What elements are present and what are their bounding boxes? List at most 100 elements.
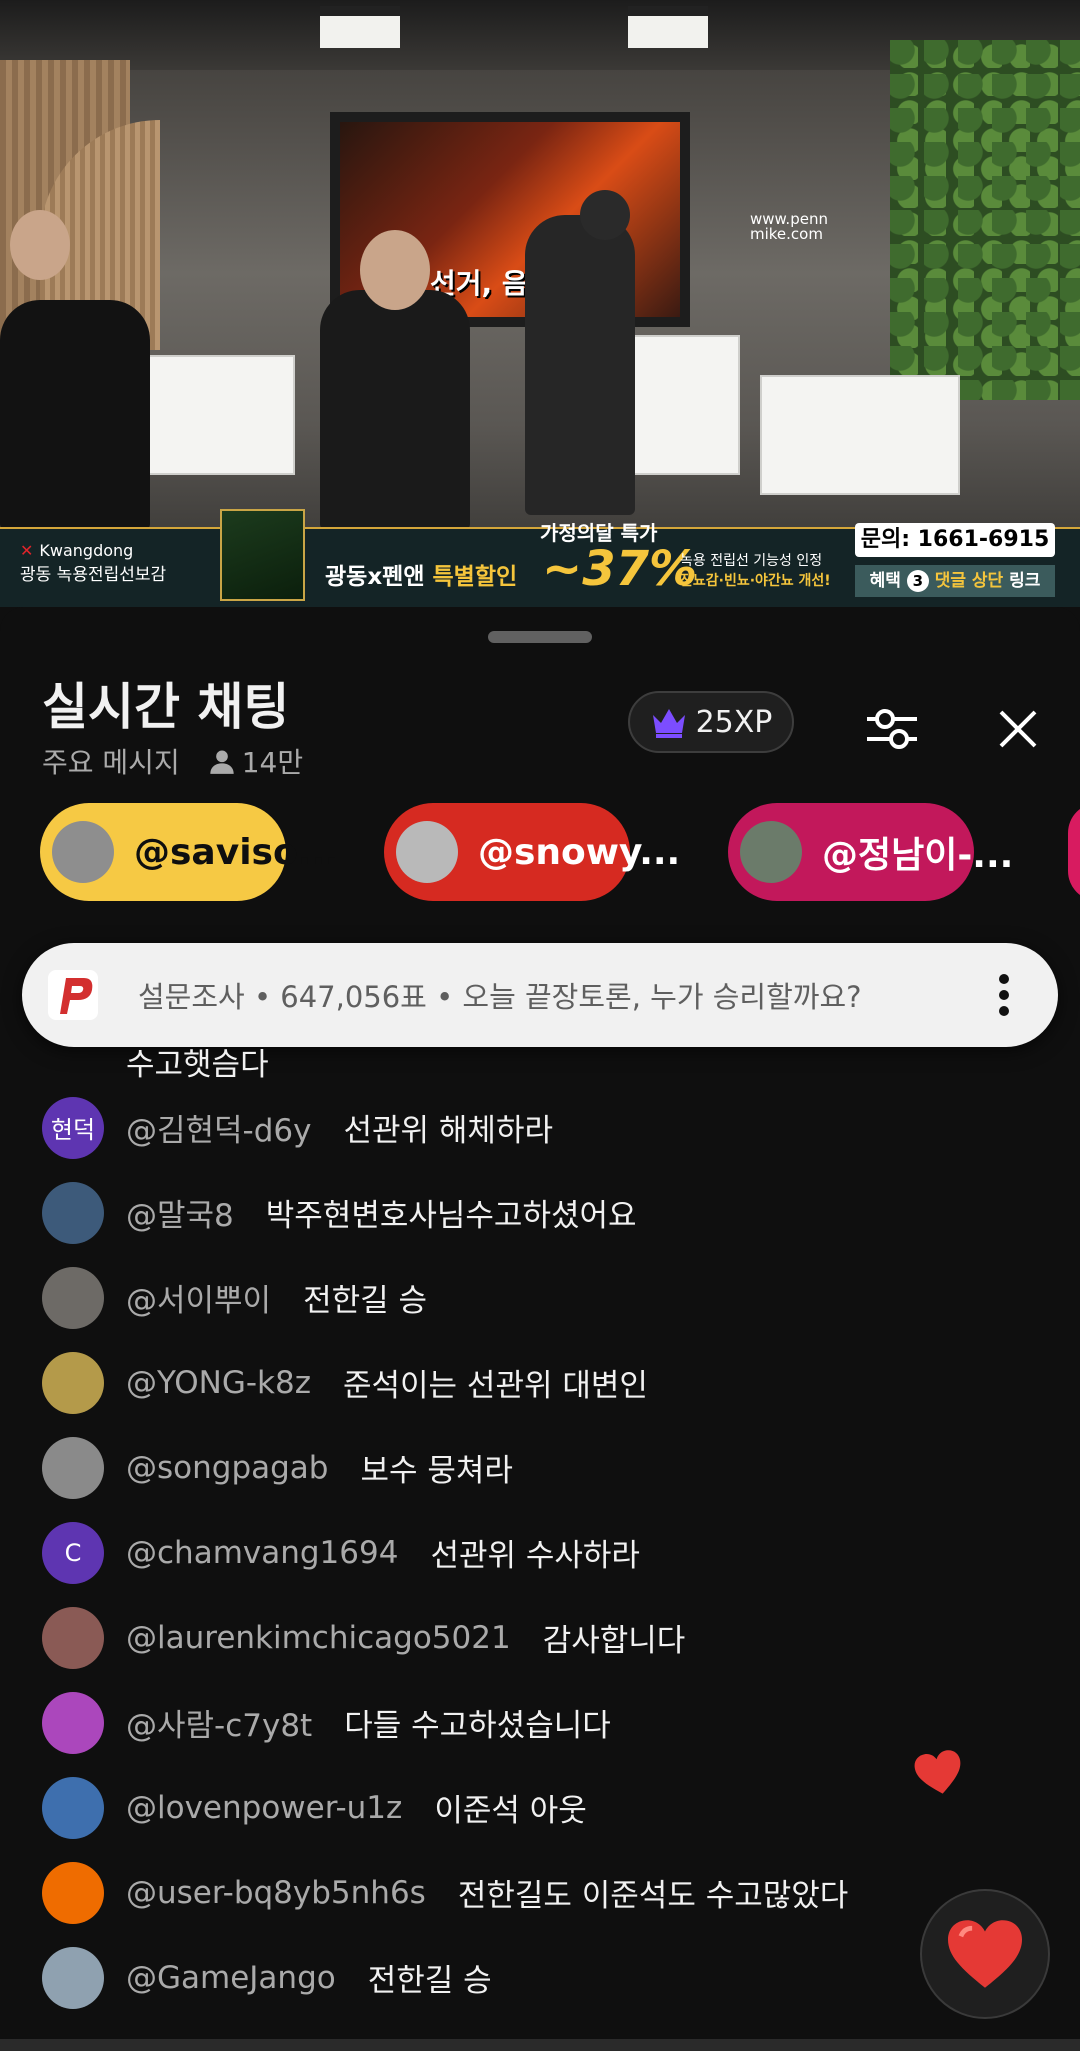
message-author[interactable]: @서이뿌이: [126, 1275, 271, 1320]
ad-discount: ~37%: [542, 541, 698, 597]
product-image: [220, 509, 305, 601]
message-author[interactable]: @YONG-k8z: [126, 1365, 311, 1401]
filter-button[interactable]: [862, 699, 922, 759]
pill-avatar: [52, 821, 114, 883]
person: [525, 215, 635, 515]
viewer-count: 14만: [208, 741, 303, 781]
pill-author: @saviso...: [134, 831, 339, 873]
floating-heart-icon: [914, 1750, 961, 1794]
drag-handle[interactable]: [488, 631, 592, 643]
message-text: 준석이는 선관위 대변인: [343, 1368, 648, 1404]
ceiling-light: [628, 6, 708, 48]
poll-banner[interactable]: 설문조사 • 647,056표 • 오늘 끝장토론, 누가 승리할까요?: [22, 943, 1058, 1047]
message-text: 박주현변호사님수고하셨어요: [265, 1198, 637, 1234]
chat-mode-selector[interactable]: 주요 메시지 14만: [42, 741, 303, 781]
pill-avatar: [740, 821, 802, 883]
studio-desk: [630, 335, 740, 475]
message-author[interactable]: @말국8: [126, 1190, 234, 1235]
poll-more-button[interactable]: [984, 965, 1024, 1025]
sliders-icon: [867, 709, 917, 749]
plant-wall: [890, 40, 1080, 400]
ad-perk: 혜택 3 댓글 상단 링크: [855, 565, 1055, 597]
message-author[interactable]: @laurenkimchicago5021: [126, 1620, 511, 1656]
chat-message[interactable]: @YONG-k8z 준석이는 선관위 대변인: [42, 1340, 648, 1425]
super-chat-pill[interactable]: [1068, 803, 1080, 901]
message-text: 전한길도 이준석도 수고많았다: [457, 1878, 849, 1914]
like-button[interactable]: [920, 1889, 1050, 2019]
chat-message[interactable]: @사람-c7y8t 다들 수고하셨습니다: [42, 1680, 611, 1765]
chat-message[interactable]: @GameJango 전한길 승: [42, 1935, 492, 2020]
message-text: 선관위 해체하라: [343, 1113, 554, 1149]
person-head: [10, 210, 70, 280]
pill-author: @정남이-...: [822, 835, 1014, 876]
avatar[interactable]: [42, 1351, 104, 1414]
ad-banner[interactable]: ✕ Kwangdong 광동 녹용전립선보감 광동x펜앤 특별할인 가정의달 특가…: [0, 509, 1080, 607]
chat-message[interactable]: 현덕 @김현덕-d6y 선관위 해체하라: [42, 1085, 553, 1170]
message-text: 선관위 수사하라: [430, 1538, 640, 1574]
message-text: 보수 뭉쳐라: [360, 1453, 513, 1489]
person-head: [360, 230, 430, 310]
website-caption: www.pennmike.com: [750, 210, 828, 243]
avatar[interactable]: C: [42, 1521, 104, 1584]
avatar[interactable]: [42, 1181, 104, 1244]
avatar[interactable]: [42, 1691, 104, 1754]
super-chat-pill[interactable]: @saviso...: [40, 803, 339, 901]
poll-text: 설문조사 • 647,056표 • 오늘 끝장토론, 누가 승리할까요?: [138, 980, 862, 1014]
chat-message[interactable]: @lovenpower-u1z 이준석 아웃: [42, 1765, 587, 1850]
pill-avatar: [396, 821, 458, 883]
super-chat-pill[interactable]: @snowy...: [384, 803, 680, 901]
message-author[interactable]: @chamvang1694: [126, 1535, 398, 1571]
chat-mode-label: 주요 메시지: [42, 746, 180, 779]
avatar[interactable]: [42, 1266, 104, 1329]
ceiling-light: [320, 6, 400, 48]
studio-desk: [130, 355, 295, 475]
bottom-bar: [0, 2039, 1080, 2051]
message-author[interactable]: @lovenpower-u1z: [126, 1790, 402, 1826]
super-chat-pill[interactable]: @정남이-...: [728, 803, 1013, 901]
ad-brand: ✕ Kwangdong 광동 녹용전립선보감: [20, 541, 167, 585]
more-vertical-icon: [999, 974, 1009, 1016]
message-author[interactable]: @user-bq8yb5nh6s: [126, 1875, 426, 1911]
message-text: 다들 수고하셨습니다: [344, 1708, 611, 1744]
person: [320, 290, 470, 530]
message-author[interactable]: @김현덕-d6y: [126, 1105, 312, 1150]
studio-desk: [760, 375, 960, 495]
video-player[interactable]: 선거, 음 www.pennmike.com ✕ Kwangdong 광동 녹용전…: [0, 0, 1080, 607]
message-text: 수고햇슴다: [126, 1047, 269, 1083]
chat-message[interactable]: @user-bq8yb5nh6s 전한길도 이준석도 수고많았다: [42, 1850, 848, 1935]
live-chat-panel: 실시간 채팅 주요 메시지 14만 25XP @saviso... @snowy…: [0, 607, 1080, 2051]
avatar[interactable]: 현덕: [42, 1096, 104, 1159]
ad-phone: 문의: 1661-6915: [855, 523, 1055, 557]
viewer-count-value: 14만: [241, 746, 304, 779]
message-text: 감사합니다: [542, 1623, 686, 1659]
pill-author: @snowy...: [478, 831, 681, 873]
message-text: 전한길 승: [303, 1283, 428, 1319]
crown-icon: [652, 709, 685, 738]
ad-certification: 녹용 전립선 기능성 인정 잔뇨감·빈뇨·야간뇨 개선!: [680, 553, 831, 589]
xp-chip[interactable]: 25XP: [628, 691, 794, 753]
avatar[interactable]: [42, 1776, 104, 1839]
chat-title: 실시간 채팅: [42, 678, 290, 736]
person-head: [580, 190, 630, 240]
avatar[interactable]: [42, 1946, 104, 2009]
chat-message[interactable]: @서이뿌이 전한길 승: [42, 1255, 427, 1340]
person: [0, 300, 150, 530]
message-author[interactable]: @사람-c7y8t: [126, 1700, 312, 1745]
chat-message[interactable]: C @chamvang1694 선관위 수사하라: [42, 1510, 640, 1595]
ad-special: 광동x펜앤 특별할인: [325, 564, 518, 590]
close-icon: [999, 710, 1037, 748]
avatar[interactable]: [42, 1861, 104, 1924]
chat-message[interactable]: @songpagab 보수 뭉쳐라: [42, 1425, 513, 1510]
message-author[interactable]: @songpagab: [126, 1450, 328, 1486]
close-button[interactable]: [988, 699, 1048, 759]
message-author[interactable]: @GameJango: [126, 1960, 336, 1996]
chat-message[interactable]: @말국8 박주현변호사님수고하셨어요: [42, 1170, 637, 1255]
person-icon: [210, 750, 234, 774]
message-text: 이준석 아웃: [434, 1793, 587, 1829]
avatar[interactable]: [42, 1436, 104, 1499]
chat-message[interactable]: @laurenkimchicago5021 감사합니다: [42, 1595, 685, 1680]
avatar[interactable]: [42, 1606, 104, 1669]
super-chat-ticker: @saviso... @snowy... @정남이-...: [40, 803, 1080, 907]
xp-value: 25XP: [695, 704, 773, 740]
pennmike-logo-icon: [48, 970, 98, 1020]
